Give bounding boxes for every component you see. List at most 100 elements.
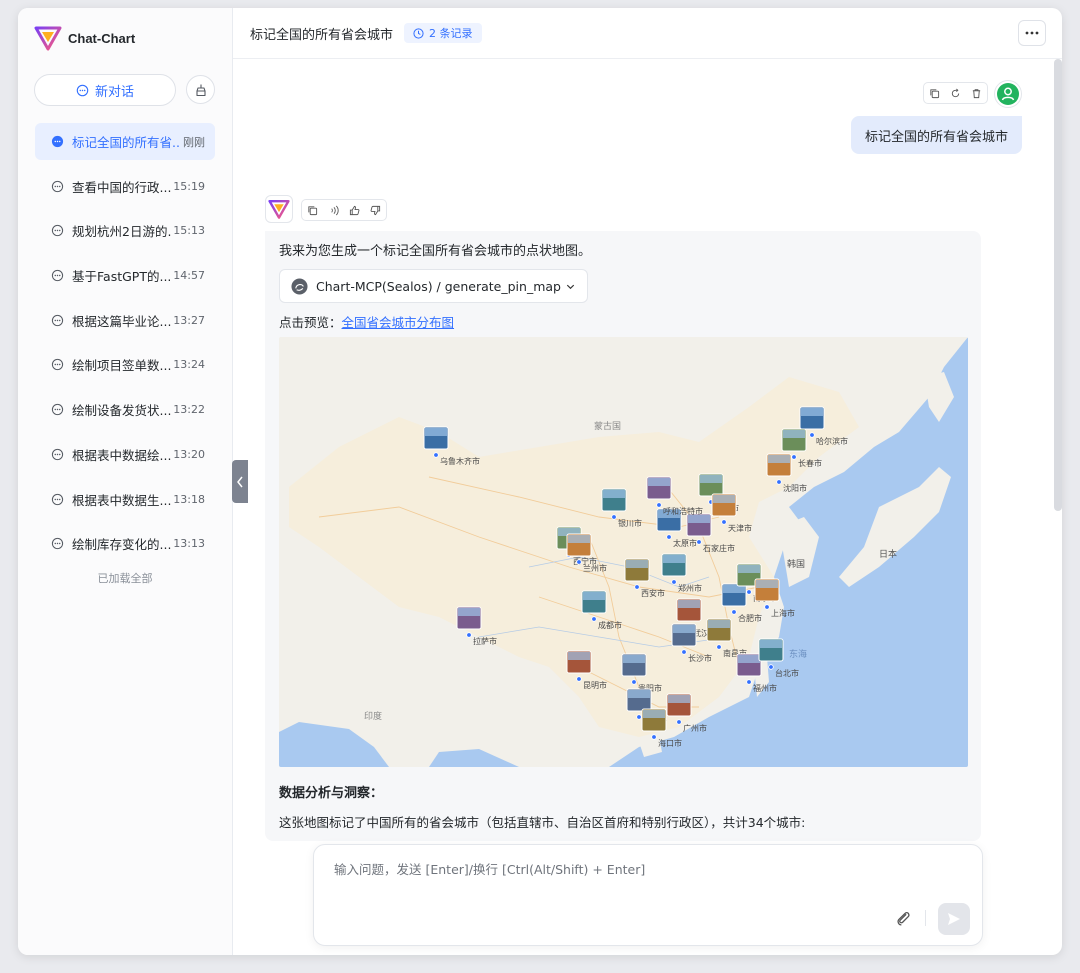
history-item-time: 13:24 bbox=[173, 358, 205, 372]
history-item[interactable]: 根据表中数据生... 13:18 bbox=[35, 481, 215, 518]
map-pin-label: 太原市 bbox=[673, 538, 697, 548]
thumbs-up-button[interactable] bbox=[344, 200, 365, 220]
history-item[interactable]: 根据表中数据绘... 13:20 bbox=[35, 436, 215, 473]
regenerate-button[interactable] bbox=[945, 83, 966, 103]
refresh-icon bbox=[951, 88, 960, 97]
chevron-left-icon bbox=[237, 476, 243, 487]
map-label-korea: 韩国 bbox=[787, 558, 805, 570]
history-item-time: 13:20 bbox=[173, 447, 205, 461]
brand: Chat-Chart bbox=[34, 24, 135, 52]
paperclip-icon bbox=[897, 911, 910, 926]
map-pin-label: 银川市 bbox=[618, 518, 642, 528]
clear-history-button[interactable] bbox=[186, 75, 215, 104]
copy-button[interactable] bbox=[924, 83, 945, 103]
chat-scrollbar[interactable] bbox=[1054, 59, 1062, 511]
map-label-mongolia: 蒙古国 bbox=[594, 420, 621, 432]
chat-bubble-icon bbox=[51, 314, 64, 326]
send-button[interactable] bbox=[938, 903, 970, 935]
history-item[interactable]: 基于FastGPT的... 14:57 bbox=[35, 257, 215, 294]
preview-prefix: 点击预览： bbox=[279, 315, 342, 330]
ai-message-bubble: 我来为您生成一个标记全国所有省会城市的点状地图。 Chart-MCP(Sealo… bbox=[265, 231, 981, 841]
chat-bubble-icon bbox=[51, 404, 64, 416]
map-canvas: 蒙古国 韩国 日本 印度 东海 乌鲁木齐市西宁市兰州市拉萨市成都市昆明市 贵阳市西… bbox=[279, 337, 968, 767]
ai-message-tools bbox=[301, 199, 387, 221]
map-pin-label: 长沙市 bbox=[688, 653, 712, 663]
user-avatar bbox=[994, 80, 1022, 108]
broom-icon bbox=[195, 84, 206, 96]
history-item[interactable]: 绘制设备发货状... 13:22 bbox=[35, 391, 215, 428]
map-pin-label: 成都市 bbox=[598, 620, 622, 630]
map-pin-label: 乌鲁木齐市 bbox=[440, 456, 480, 466]
map-pin-label: 广州市 bbox=[683, 723, 707, 733]
sidebar-collapse-button[interactable] bbox=[232, 460, 248, 503]
chat-bubble-icon bbox=[51, 538, 64, 550]
map-pin-label: 合肥市 bbox=[738, 613, 762, 623]
map-pin-label: 长春市 bbox=[798, 458, 822, 468]
history-item[interactable]: 查看中国的行政... 15:19 bbox=[35, 168, 215, 205]
user-avatar-icon bbox=[997, 83, 1019, 105]
history-item-title: 根据表中数据绘... bbox=[72, 447, 172, 463]
preview-link[interactable]: 全国省会城市分布图 bbox=[342, 315, 455, 330]
map-pin-label: 西安市 bbox=[641, 588, 665, 598]
clock-icon bbox=[413, 27, 424, 39]
analysis-paragraph: 这张地图标记了中国所有的省会城市（包括直辖市、自治区首府和特别行政区），共计34… bbox=[279, 815, 806, 830]
record-count-badge[interactable]: 2 条记录 bbox=[404, 23, 482, 43]
thumbs-down-icon bbox=[370, 205, 381, 215]
app-window: Chat-Chart 新对话 标记全国的所有省... 刚刚 查看中国的行政... 15… bbox=[18, 8, 1062, 955]
map-pin-label: 呼和浩特市 bbox=[663, 506, 703, 516]
chat-bubble-icon bbox=[51, 269, 64, 282]
user-message-bubble: 标记全国的所有省会城市 bbox=[850, 116, 1022, 154]
chat-bubble-icon bbox=[51, 448, 64, 460]
chat-bubble-icon bbox=[51, 135, 64, 148]
map-pin-label: 海口市 bbox=[658, 738, 682, 748]
chat-input[interactable] bbox=[334, 859, 954, 899]
history-item[interactable]: 标记全国的所有省... 刚刚 bbox=[35, 123, 215, 160]
map-pin-label: 兰州市 bbox=[583, 563, 607, 573]
history-item-title: 规划杭州2日游的... bbox=[72, 224, 172, 240]
chat-bubble-icon bbox=[51, 180, 64, 192]
loaded-all-label: 已加载全部 bbox=[97, 572, 153, 585]
chat-bubble-icon bbox=[51, 493, 64, 505]
map-pin-label: 上海市 bbox=[771, 608, 795, 618]
tool-call-card[interactable]: Chart-MCP(Sealos) / generate_pin_map bbox=[279, 269, 588, 303]
preview-line: 点击预览：全国省会城市分布图 bbox=[279, 312, 967, 331]
ai-avatar bbox=[265, 195, 293, 223]
map-pin-label: 台北市 bbox=[775, 668, 799, 678]
map-label-india: 印度 bbox=[364, 710, 382, 722]
sidebar: Chat-Chart 新对话 标记全国的所有省... 刚刚 查看中国的行政... 15… bbox=[18, 8, 233, 955]
history-item[interactable]: 规划杭州2日游的... 15:13 bbox=[35, 212, 215, 249]
copy-button[interactable] bbox=[302, 200, 323, 220]
record-count-label: 2 条记录 bbox=[429, 27, 473, 40]
input-divider bbox=[925, 910, 926, 926]
analysis-title: 数据分析与洞察： bbox=[279, 786, 384, 801]
history-item[interactable]: 根据这篇毕业论... 13:27 bbox=[35, 302, 215, 339]
chat-chart-logo-icon bbox=[268, 199, 290, 219]
map-pin-label: 哈尔滨市 bbox=[816, 436, 848, 446]
history-item-time: 13:18 bbox=[173, 492, 205, 506]
history-item-title: 绘制设备发货状... bbox=[72, 403, 172, 419]
delete-button[interactable] bbox=[966, 83, 987, 103]
map-pin-label: 拉萨市 bbox=[473, 636, 497, 646]
user-message-tools bbox=[923, 82, 988, 104]
read-aloud-button[interactable] bbox=[323, 200, 344, 220]
copy-icon bbox=[930, 88, 940, 98]
trash-icon bbox=[972, 88, 981, 98]
chat-header: 标记全国的所有省会城市 2 条记录 bbox=[233, 8, 1062, 59]
history-item-time: 13:27 bbox=[173, 313, 205, 327]
map-pin-label: 沈阳市 bbox=[783, 483, 807, 493]
thumbs-down-button[interactable] bbox=[365, 200, 386, 220]
send-icon bbox=[948, 913, 960, 925]
history-item-title: 根据表中数据生... bbox=[72, 492, 172, 508]
history-item-title: 绘制项目签单数... bbox=[72, 358, 172, 374]
chat-bubble-icon bbox=[76, 84, 89, 96]
history-item[interactable]: 绘制库存变化的... 13:13 bbox=[35, 525, 215, 562]
attach-file-button[interactable] bbox=[892, 907, 914, 929]
pin-map[interactable]: 蒙古国 韩国 日本 印度 东海 乌鲁木齐市 西宁市 兰州市 拉萨市 成都市 昆明市 贵阳市西… bbox=[279, 337, 968, 767]
speaker-wave-icon bbox=[331, 205, 339, 215]
new-chat-button[interactable]: 新对话 bbox=[34, 74, 176, 106]
chat-main: 标记全国的所有省会城市 2 条记录 标记全国的所有省会城市 我来为您生成一个标记… bbox=[233, 8, 1062, 955]
history-item[interactable]: 绘制项目签单数... 13:24 bbox=[35, 346, 215, 383]
tool-call-label: Chart-MCP(Sealos) / generate_pin_map bbox=[316, 278, 561, 294]
map-pin-label: 石家庄市 bbox=[703, 543, 735, 553]
more-options-button[interactable] bbox=[1018, 20, 1046, 46]
